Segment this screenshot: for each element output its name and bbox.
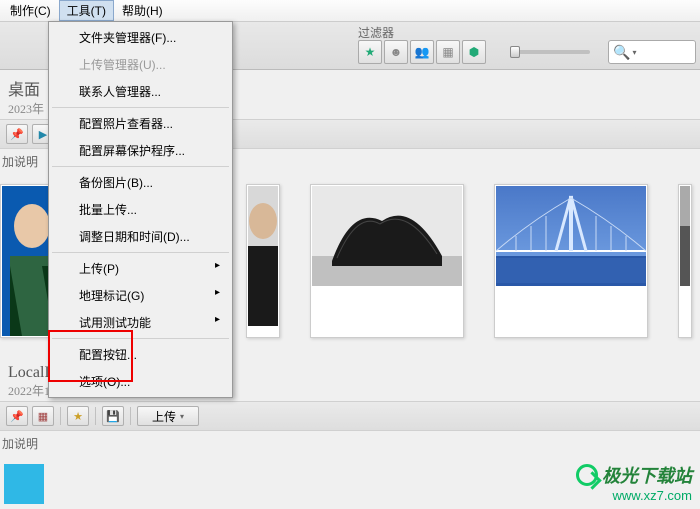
landscape-photo [312, 186, 462, 286]
face-icon: ☻ [390, 45, 403, 59]
zoom-slider[interactable] [510, 50, 590, 54]
slider-thumb[interactable] [510, 46, 520, 58]
menu-upload[interactable]: 上传(P)▸ [51, 255, 230, 282]
logo-icon [576, 464, 598, 486]
pin-add-icon: 📌 [10, 128, 24, 141]
menu-help[interactable]: 帮助(H) [114, 0, 171, 21]
people-icon: 👥 [415, 45, 430, 59]
star-icon: ★ [73, 410, 83, 423]
chevron-right-icon: ▸ [215, 314, 220, 325]
toolbar-separator [130, 407, 131, 425]
menu-make[interactable]: 制作(C) [2, 0, 59, 21]
photo-thumbnail[interactable] [494, 184, 648, 338]
watermark-url: www.xz7.com [576, 488, 692, 503]
menu-separator [52, 166, 229, 167]
watermark-brand: 极光下载站 [602, 462, 692, 488]
chevron-down-icon: ▾ [180, 412, 184, 421]
photo-thumbnail[interactable] [310, 184, 464, 338]
menu-config-buttons[interactable]: 配置按钮... [51, 341, 230, 368]
search-box[interactable]: 🔍 ▾ [608, 40, 696, 64]
grid-icon: ▦ [38, 410, 48, 423]
disk-icon: 💾 [106, 410, 120, 423]
chevron-right-icon: ▸ [215, 287, 220, 298]
filter-people-button[interactable]: 👥 [410, 40, 434, 64]
filter-face-button[interactable]: ☻ [384, 40, 408, 64]
search-icon: 🔍 [613, 44, 630, 61]
menu-folder-manager[interactable]: 文件夹管理器(F)... [51, 24, 230, 51]
play-icon: ▶ [39, 128, 47, 141]
bridge-photo [496, 186, 646, 286]
toolbar-separator [95, 407, 96, 425]
menu-batch-upload[interactable]: 批量上传... [51, 196, 230, 223]
filter-grid-button[interactable]: ▦ [436, 40, 460, 64]
menu-test-features[interactable]: 试用测试功能▸ [51, 309, 230, 336]
filter-star-button[interactable]: ★ [358, 40, 382, 64]
star-icon: ★ [365, 45, 376, 59]
menu-config-screensaver[interactable]: 配置屏幕保护程序... [51, 137, 230, 164]
photo-thumbnail[interactable] [678, 184, 692, 338]
photo-thumbnail[interactable] [4, 464, 44, 504]
filter-label: 过滤器 [358, 24, 394, 41]
partial-photo [680, 186, 690, 286]
star-button[interactable]: ★ [67, 406, 89, 426]
grid-icon: ▦ [442, 45, 453, 59]
chevron-down-icon: ▾ [632, 48, 636, 57]
add-pin-button[interactable]: 📌 [6, 124, 28, 144]
upload-button[interactable]: 上传▾ [137, 406, 199, 426]
toolbar-separator [60, 407, 61, 425]
filter-buttons: ★ ☻ 👥 ▦ ⬢ [358, 40, 486, 64]
description-label[interactable]: 加说明 [0, 431, 700, 456]
menu-upload-manager[interactable]: 上传管理器(U)... [51, 51, 230, 78]
menu-adjust-datetime[interactable]: 调整日期和时间(D)... [51, 223, 230, 250]
save-button[interactable]: 💾 [102, 406, 124, 426]
grid-button[interactable]: ▦ [32, 406, 54, 426]
pin-add-icon: 📌 [10, 410, 24, 423]
menu-tools[interactable]: 工具(T) [59, 0, 114, 21]
menu-separator [52, 107, 229, 108]
menu-config-viewer[interactable]: 配置照片查看器... [51, 110, 230, 137]
menu-backup-image[interactable]: 备份图片(B)... [51, 169, 230, 196]
portrait-photo [248, 186, 278, 326]
add-pin-button[interactable]: 📌 [6, 406, 28, 426]
tools-dropdown: 文件夹管理器(F)... 上传管理器(U)... 联系人管理器... 配置照片查… [48, 21, 233, 398]
menu-separator [52, 252, 229, 253]
chevron-right-icon: ▸ [215, 260, 220, 271]
menu-separator [52, 338, 229, 339]
section-toolbar: 📌 ▦ ★ 💾 上传▾ [0, 401, 700, 431]
menu-contact-manager[interactable]: 联系人管理器... [51, 78, 230, 105]
portrait-photo [2, 186, 54, 336]
filter-pin-button[interactable]: ⬢ [462, 40, 486, 64]
watermark: 极光下载站 www.xz7.com [576, 462, 692, 503]
photo-thumbnail[interactable] [246, 184, 280, 338]
menu-geotag[interactable]: 地理标记(G)▸ [51, 282, 230, 309]
pin-icon: ⬢ [469, 45, 479, 59]
menubar: 制作(C) 工具(T) 帮助(H) [0, 0, 700, 22]
menu-options[interactable]: 选项(O)... [51, 368, 230, 395]
